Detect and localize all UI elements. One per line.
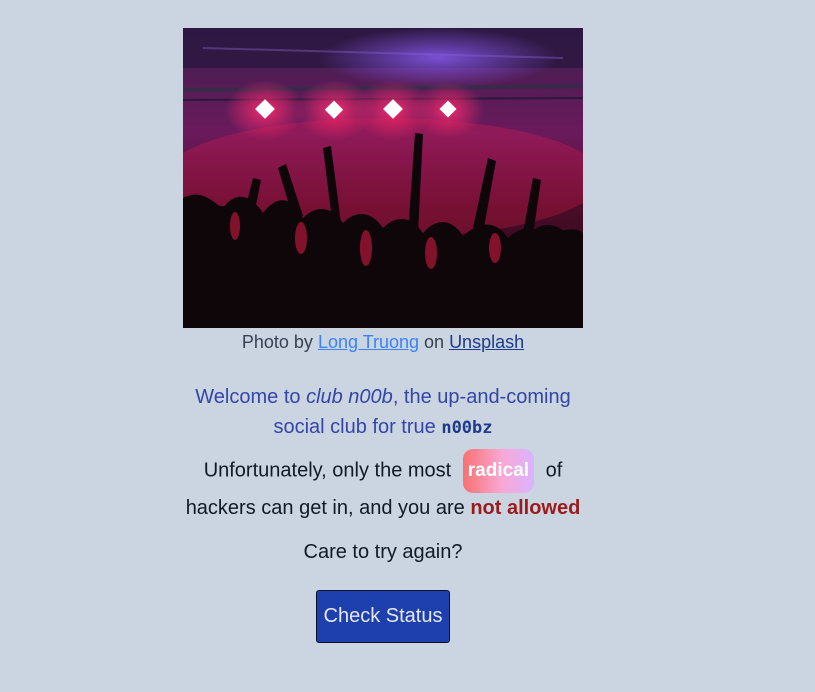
retry-prompt: Care to try again? (303, 541, 463, 563)
message-prefix: Unfortunately, only the most (203, 459, 452, 482)
concert-photo-art (183, 28, 583, 328)
radical-badge: radical (462, 449, 535, 493)
credit-prefix: Photo by (241, 332, 318, 352)
welcome-text: Welcome to club n00b, the up-and-coming … (183, 382, 583, 443)
photographer-link[interactable]: Long Truong (318, 332, 419, 352)
club-name: club n00b (306, 386, 393, 408)
credit-middle: on (419, 332, 450, 352)
photo-credit: Photo by Long Truong on Unsplash (183, 332, 583, 352)
check-status-button[interactable]: Check Status (316, 590, 450, 643)
welcome-prefix: Welcome to (195, 386, 307, 408)
content-column: Photo by Long Truong on Unsplash Welcome… (183, 28, 583, 567)
concert-photo (183, 28, 583, 328)
page: Photo by Long Truong on Unsplash Welcome… (0, 0, 815, 692)
access-status: not allowed (470, 497, 581, 519)
access-message: Unfortunately, only the most radical of … (183, 449, 583, 523)
unsplash-link[interactable]: Unsplash (449, 332, 524, 352)
noobz-code: n00bz (441, 418, 493, 438)
